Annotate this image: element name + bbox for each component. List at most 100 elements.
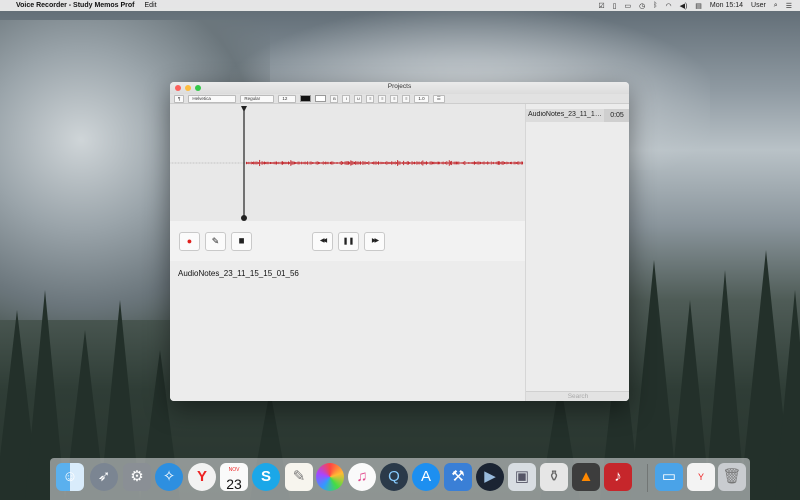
app-store-icon[interactable]: A [412, 463, 440, 491]
volume-icon[interactable]: ◀) [680, 2, 688, 10]
voice-recorder-icon[interactable]: ♪ [604, 463, 632, 491]
itunes-icon[interactable]: ♫ [348, 463, 376, 491]
edit-button[interactable]: ✎ [205, 232, 226, 251]
waveform-bar [393, 161, 395, 165]
dvd-player-icon[interactable]: ▶ [476, 463, 504, 491]
font-size-select[interactable]: 12 [278, 94, 297, 103]
rewind-button[interactable]: ◀◀ [312, 232, 333, 251]
photos-icon[interactable] [316, 463, 344, 491]
waveform-view[interactable] [170, 104, 525, 221]
text-color-swatch[interactable] [300, 95, 312, 102]
forward-button[interactable]: ▶▶ [364, 232, 385, 251]
window-title: Projects [387, 83, 412, 90]
edit-menu[interactable]: Edit [145, 2, 157, 9]
waveform-bar [478, 161, 480, 165]
wifi-icon[interactable]: ◠ [665, 2, 671, 10]
record-button[interactable]: ● [179, 232, 200, 251]
textedit-icon[interactable]: ✎ [285, 463, 313, 491]
playhead-top-handle[interactable] [241, 106, 247, 112]
waveform-bar [406, 161, 408, 165]
safari-icon[interactable]: ✧ [155, 463, 183, 491]
waveform-bar [415, 162, 417, 164]
waveform-bar [457, 161, 459, 165]
align-right-icon[interactable]: ≡ [390, 94, 399, 103]
waveform-bar [446, 161, 448, 165]
align-left-icon[interactable]: ≡ [366, 94, 375, 103]
waveform-bar [302, 162, 304, 164]
user-menu[interactable]: User [751, 2, 766, 9]
align-center-icon[interactable]: ≡ [378, 94, 387, 103]
status-phone-icon[interactable]: ▯ [613, 2, 617, 10]
waveform-bar [316, 161, 318, 165]
waveform-bar [500, 162, 502, 164]
title-bar[interactable]: Projects [170, 82, 629, 94]
notification-center-icon[interactable]: ☰ [786, 2, 792, 10]
launchpad-icon[interactable]: ➶ [90, 463, 118, 491]
waveform-bar [319, 162, 321, 164]
status-check-icon[interactable]: ☑ [598, 2, 604, 10]
underline-button[interactable]: U [354, 94, 363, 103]
waveform-bar [232, 162, 233, 164]
bold-button[interactable]: B [330, 94, 339, 103]
font-family-select[interactable]: Helvetica [188, 94, 237, 103]
waveform-bar [489, 162, 491, 164]
xcode-icon[interactable]: ⚒ [444, 463, 472, 491]
flag-icon[interactable]: ▤ [695, 2, 702, 10]
waveform-bar [308, 162, 310, 164]
yandex-window-icon[interactable]: Y [687, 463, 715, 491]
waveform-bar [333, 162, 335, 164]
italic-button[interactable]: I [342, 94, 351, 103]
list-style-icon[interactable]: ☰ [432, 94, 445, 103]
line-spacing-select[interactable]: 1.0 [414, 94, 429, 103]
list-item[interactable]: AudioNotes_23_11_15_15_01_56 0:05 [526, 109, 629, 122]
waveform-bar [291, 161, 293, 165]
waveform-bar [442, 161, 444, 165]
waveform-bar [348, 161, 349, 165]
garageband-icon[interactable]: ▲ [572, 463, 600, 491]
clock[interactable]: Mon 15:14 [710, 2, 743, 9]
waveform-bar [374, 161, 376, 165]
skype-icon[interactable]: S [252, 463, 280, 491]
waveform-bar [445, 161, 447, 165]
quicktime-icon[interactable]: Q [380, 463, 408, 491]
waveform-bar [384, 162, 385, 164]
waveform-bar [520, 161, 522, 165]
font-style-select[interactable]: Regular [240, 94, 275, 103]
waveform-bar [386, 161, 388, 165]
waveform-bar [506, 161, 508, 165]
waveform-bar [411, 161, 413, 165]
bluetooth-icon[interactable]: ᛒ [653, 2, 657, 9]
yandex-browser-icon[interactable]: Y [188, 463, 216, 491]
spotlight-icon[interactable]: ⌕ [774, 2, 778, 10]
waveform-bar [357, 161, 359, 165]
waveform-bar [475, 161, 477, 165]
note-editor[interactable]: AudioNotes_23_11_15_15_01_56 [170, 261, 525, 401]
search-input[interactable]: Search [526, 391, 629, 401]
waveform-bar [362, 161, 364, 165]
waveform-bar [208, 162, 209, 164]
waveform-bar [350, 160, 352, 166]
calendar-icon[interactable]: NOV 23 [220, 463, 248, 491]
downloads-folder-icon[interactable]: ▭ [655, 463, 683, 491]
script-editor-icon[interactable]: ⚱ [540, 463, 568, 491]
paragraph-style-select[interactable]: ¶ [174, 94, 185, 103]
waveform-bar [492, 162, 493, 164]
justify-icon[interactable]: ≡ [402, 94, 411, 103]
waveform-bar [289, 162, 291, 164]
finder-icon[interactable]: ☺ [56, 463, 84, 491]
waveform-bar [211, 162, 212, 164]
preview-icon[interactable]: ▣ [508, 463, 536, 491]
system-preferences-icon[interactable]: ⚙ [123, 463, 151, 491]
open-folder-button[interactable]: ▆ [231, 232, 252, 251]
waveform-bar [505, 162, 507, 164]
airplay-icon[interactable]: ▭ [625, 2, 632, 10]
waveform-bar [448, 160, 450, 166]
app-menu[interactable]: Voice Recorder - Study Memos Prof [16, 2, 135, 9]
pause-button[interactable]: ❚❚ [338, 232, 359, 251]
waveform-bar [226, 162, 227, 164]
timemachine-icon[interactable]: ◷ [639, 2, 645, 10]
waveform-bar [434, 161, 436, 165]
waveform-bar [300, 162, 301, 164]
trash-icon[interactable]: 🗑 [718, 463, 746, 491]
highlight-color-swatch[interactable] [315, 95, 327, 102]
